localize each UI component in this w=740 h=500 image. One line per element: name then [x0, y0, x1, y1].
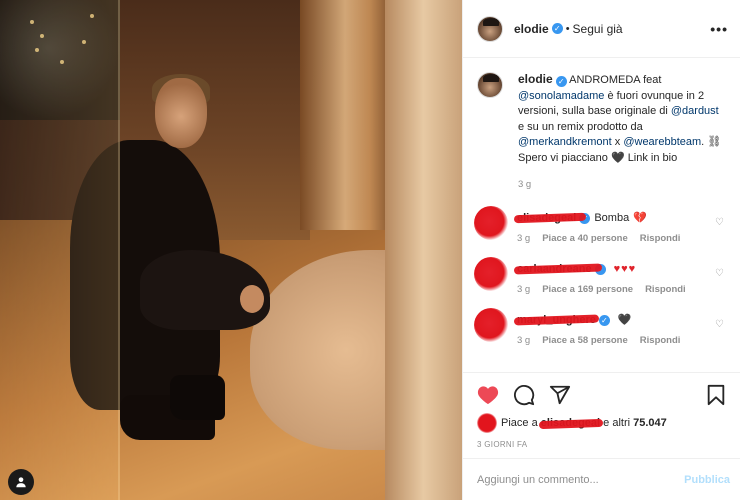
liker-avatar[interactable] [477, 413, 497, 433]
comment-username[interactable]: elisadegeal [513, 211, 587, 226]
comment-time: 3 g [517, 283, 531, 295]
verified-icon: ✓ [551, 23, 563, 34]
small-heart-icon[interactable]: ♡ [715, 217, 724, 228]
share-icon[interactable] [549, 384, 571, 406]
comment-avatar[interactable] [474, 205, 508, 240]
comment-time: 3 g [517, 232, 531, 244]
reply-button[interactable]: Rispondi [640, 335, 681, 346]
post-actions: Piace a elisadegeal e altri 75.047 3 GIO… [463, 372, 740, 458]
comment-avatar[interactable] [474, 307, 508, 342]
caption-text: ANDROMEDA feat [569, 74, 662, 86]
caption-text: x [614, 136, 621, 148]
comment-username[interactable]: maryl_unghere [513, 313, 600, 328]
comments-scroll-area[interactable]: elodie ✓ ANDROMEDA feat @sonolamadame è f… [463, 58, 740, 372]
mention-link[interactable]: @wearebbteam [623, 136, 701, 148]
caption-time: 3 g [518, 179, 532, 190]
comment-text: Bomba [594, 211, 630, 224]
comment-emoji: 💔 [633, 211, 648, 224]
comment-likes[interactable]: Piace a 58 persone [542, 335, 628, 346]
add-comment-bar: Pubblica [463, 458, 740, 500]
comment-likes[interactable]: Piace a 40 persone [542, 233, 628, 244]
caption-body: elodie ✓ ANDROMEDA feat @sonolamadame è f… [518, 72, 724, 193]
publish-button[interactable]: Pubblica [684, 474, 730, 486]
comment-item: maryl_unghere ✓ 🖤 3 g Piace a 58 persone… [474, 307, 728, 346]
post-date: 3 GIORNI FA [477, 440, 528, 449]
comment-time: 3 g [517, 334, 531, 346]
post-photo[interactable] [0, 0, 462, 500]
comment-likes[interactable]: Piace a 169 persone [542, 284, 633, 295]
following-button[interactable]: Segui già [573, 22, 623, 36]
comment-icon[interactable] [513, 384, 535, 406]
tagged-user-button[interactable] [8, 469, 34, 495]
photo-person-head [155, 78, 207, 148]
comment-item: carlaandreane ✓ ♥♥♥ 3 g Piace a 169 pers… [474, 256, 728, 295]
likes-summary: Piace a elisadegeal e altri 75.047 [477, 413, 726, 433]
user-icon [16, 477, 26, 488]
post-header: elodie ✓ • Segui già ••• [463, 0, 740, 58]
comment-avatar[interactable] [474, 256, 508, 291]
more-options-icon[interactable]: ••• [710, 21, 728, 37]
author-avatar[interactable] [477, 15, 503, 42]
small-heart-icon[interactable]: ♡ [715, 319, 724, 330]
author-username[interactable]: elodie [514, 22, 549, 36]
caption-username[interactable]: elodie [518, 72, 553, 86]
comment-username[interactable]: carlaandreane [513, 262, 603, 277]
small-heart-icon[interactable]: ♡ [715, 268, 724, 279]
redacted-avatar [474, 205, 508, 240]
instagram-post-modal: elodie ✓ • Segui già ••• elodie ✓ ANDROME… [0, 0, 740, 500]
heart-icon[interactable] [477, 385, 499, 405]
reply-button[interactable]: Rispondi [645, 284, 686, 295]
mention-link[interactable]: @sonolamadame [518, 90, 604, 102]
post-side-panel: elodie ✓ • Segui già ••• elodie ✓ ANDROME… [462, 0, 740, 500]
comment-item: elisadegeal ✓ Bomba 💔 3 g Piace a 40 per… [474, 205, 728, 244]
redacted-avatar [474, 307, 508, 342]
reply-button[interactable]: Rispondi [640, 233, 681, 244]
verified-icon: ✓ [555, 76, 567, 88]
verified-icon: ✓ [598, 314, 610, 326]
photo-boot [170, 375, 225, 420]
photo-curtain-right [385, 0, 462, 500]
comment-emoji: 🖤 [617, 313, 632, 326]
header-separator: • [565, 22, 570, 35]
caption-author-avatar[interactable] [477, 72, 503, 98]
photo-person-hand [240, 285, 264, 313]
post-caption: elodie ✓ ANDROMEDA feat @sonolamadame è f… [477, 72, 728, 193]
comment-emoji: ♥♥♥ [613, 262, 637, 275]
comment-input[interactable] [477, 473, 685, 486]
photo-glass-reflection [0, 0, 120, 500]
likes-text[interactable]: Piace a elisadegeal e altri 75.047 [501, 417, 667, 430]
redacted-avatar [474, 256, 508, 291]
caption-text: e su un remix prodotto da [518, 120, 643, 133]
mention-link[interactable]: @merkandkremont [518, 136, 612, 148]
bookmark-icon[interactable] [706, 384, 726, 406]
mention-link[interactable]: @dardust [671, 105, 719, 117]
